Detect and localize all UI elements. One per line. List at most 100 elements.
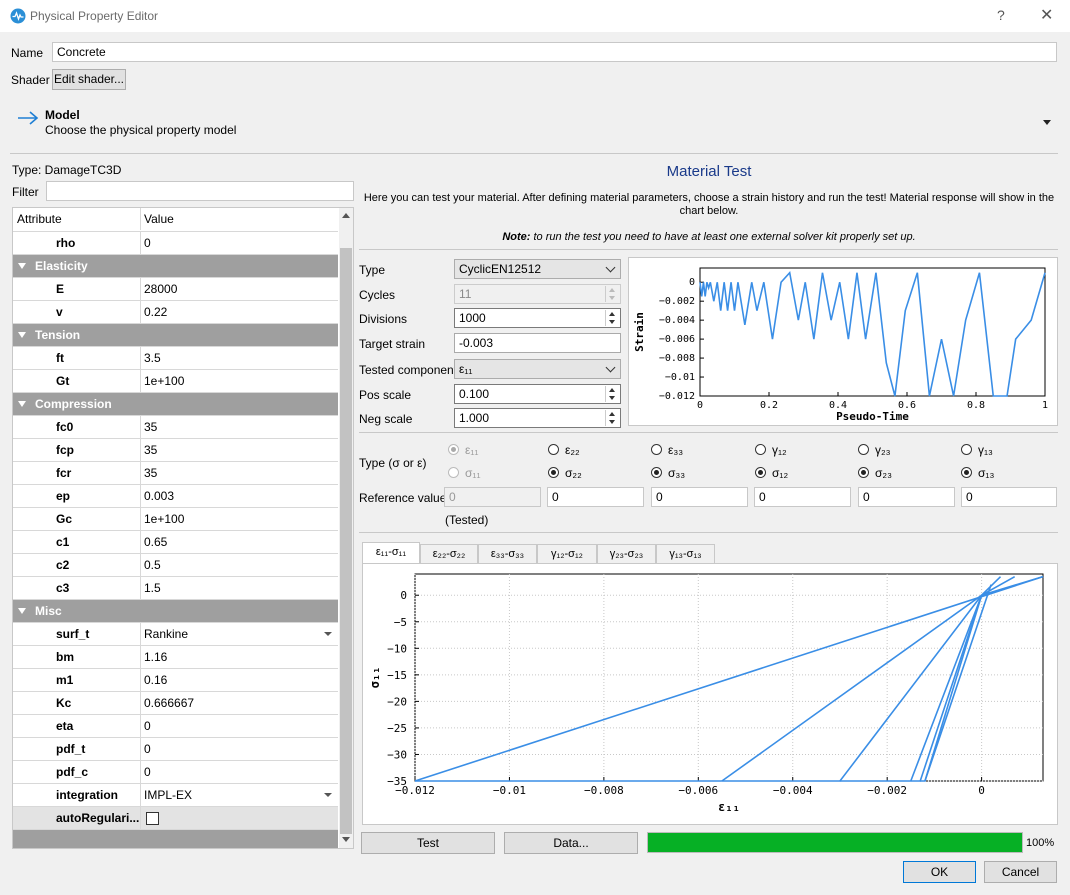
x-tick-label: 0.2 [760, 400, 778, 411]
property-value[interactable]: 0 [142, 715, 338, 737]
property-row[interactable]: integration IMPL-EX [13, 784, 338, 807]
scroll-down-icon[interactable] [342, 837, 350, 842]
reference-value-field[interactable]: 0 [858, 487, 955, 507]
property-row[interactable]: Kc 0.666667 [13, 692, 338, 715]
name-field[interactable]: Concrete [52, 42, 1057, 62]
tab-5[interactable]: γ₂₃-σ₂₃ [597, 544, 656, 564]
property-row[interactable]: c1 0.65 [13, 531, 338, 554]
property-row[interactable]: Gt 1e+100 [13, 370, 338, 393]
radio-eps[interactable] [548, 444, 559, 455]
help-button[interactable]: ? [997, 7, 1005, 23]
radio-sigma[interactable] [858, 467, 869, 478]
property-value[interactable]: Rankine [142, 623, 338, 645]
collapse-triangle-icon[interactable] [18, 608, 26, 614]
dropdown-arrow-icon[interactable] [324, 793, 332, 797]
reference-value-field[interactable]: 0 [754, 487, 851, 507]
data-button[interactable]: Data... [504, 832, 638, 854]
checkbox[interactable] [146, 812, 159, 825]
tab-6[interactable]: γ₁₃-σ₁₃ [656, 544, 715, 564]
radio-eps[interactable] [651, 444, 662, 455]
cancel-button[interactable]: Cancel [984, 861, 1057, 883]
property-group[interactable]: Misc [13, 600, 338, 623]
property-row[interactable]: ft 3.5 [13, 347, 338, 370]
reference-value-field[interactable]: 0 [547, 487, 644, 507]
tab-1[interactable]: ε₁₁-σ₁₁ [362, 542, 420, 564]
radio-sigma[interactable] [755, 467, 766, 478]
ok-button[interactable]: OK [903, 861, 976, 883]
test-button[interactable]: Test [361, 832, 495, 854]
property-group[interactable]: Elasticity [13, 255, 338, 278]
property-value[interactable]: 0.65 [142, 531, 338, 553]
property-value[interactable]: 1e+100 [142, 370, 338, 392]
property-value[interactable]: 0 [142, 232, 338, 254]
property-row[interactable]: c3 1.5 [13, 577, 338, 600]
property-value[interactable]: 35 [142, 462, 338, 484]
property-row[interactable]: autoRegulari... [13, 807, 338, 830]
property-value[interactable]: 1.5 [142, 577, 338, 599]
radio-eps[interactable] [755, 444, 766, 455]
filter-input[interactable] [46, 181, 354, 201]
table-scrollbar[interactable] [339, 208, 353, 848]
property-row[interactable]: pdf_c 0 [13, 761, 338, 784]
property-row[interactable]: eta 0 [13, 715, 338, 738]
property-value[interactable]: 0.5 [142, 554, 338, 576]
reference-value-field[interactable]: 0 [961, 487, 1057, 507]
property-row[interactable]: bm 1.16 [13, 646, 338, 669]
reference-value-field[interactable]: 0 [651, 487, 748, 507]
tested-component-combo[interactable]: ε₁₁ [454, 359, 621, 379]
spin-arrows-icon[interactable] [605, 386, 619, 402]
tab-2[interactable]: ε₂₂-σ₂₂ [420, 544, 478, 564]
dropdown-arrow-icon[interactable] [324, 632, 332, 636]
property-row[interactable]: pdf_t 0 [13, 738, 338, 761]
property-value[interactable]: 3.5 [142, 347, 338, 369]
radio-eps[interactable] [961, 444, 972, 455]
spin-arrows-icon[interactable] [605, 410, 619, 426]
property-row[interactable]: fcr 35 [13, 462, 338, 485]
divisions-spinbox[interactable]: 1000 [454, 308, 621, 328]
property-value[interactable]: 0.16 [142, 669, 338, 691]
scroll-thumb[interactable] [340, 248, 352, 834]
property-row[interactable]: c2 0.5 [13, 554, 338, 577]
spin-arrows-icon[interactable] [605, 310, 619, 326]
close-button[interactable]: ✕ [1040, 5, 1053, 25]
target-strain-field[interactable]: -0.003 [454, 333, 621, 353]
scroll-up-icon[interactable] [342, 213, 350, 218]
property-value[interactable]: 0.22 [142, 301, 338, 323]
radio-sigma[interactable] [961, 467, 972, 478]
property-value[interactable]: 0.666667 [142, 692, 338, 714]
property-row[interactable]: E 28000 [13, 278, 338, 301]
type-combo[interactable]: CyclicEN12512 [454, 259, 621, 279]
property-row[interactable]: fc0 35 [13, 416, 338, 439]
property-row[interactable]: rho 0 [13, 232, 338, 255]
tab-4[interactable]: γ₁₂-σ₁₂ [537, 544, 597, 564]
property-value[interactable]: 35 [142, 416, 338, 438]
property-value[interactable]: 0 [142, 761, 338, 783]
property-group[interactable]: Compression [13, 393, 338, 416]
property-group[interactable]: Tension [13, 324, 338, 347]
property-value[interactable]: 1.16 [142, 646, 338, 668]
radio-eps[interactable] [858, 444, 869, 455]
property-value[interactable]: IMPL-EX [142, 784, 338, 806]
property-row[interactable]: fcp 35 [13, 439, 338, 462]
property-value[interactable]: 28000 [142, 278, 338, 300]
edit-shader-button[interactable]: Edit shader... [52, 69, 126, 90]
neg-scale-spinbox[interactable]: 1.000 [454, 408, 621, 428]
model-expand-icon[interactable] [1043, 120, 1051, 125]
property-row[interactable]: m1 0.16 [13, 669, 338, 692]
property-row[interactable]: Gc 1e+100 [13, 508, 338, 531]
property-value[interactable]: 0.003 [142, 485, 338, 507]
property-value[interactable]: 0 [142, 738, 338, 760]
pos-scale-spinbox[interactable]: 0.100 [454, 384, 621, 404]
property-value[interactable]: 35 [142, 439, 338, 461]
collapse-triangle-icon[interactable] [18, 332, 26, 338]
property-value[interactable]: 1e+100 [142, 508, 338, 530]
property-value[interactable] [142, 807, 338, 829]
property-row[interactable]: surf_t Rankine [13, 623, 338, 646]
property-row[interactable]: ep 0.003 [13, 485, 338, 508]
tab-3[interactable]: ε₃₃-σ₃₃ [478, 544, 537, 564]
collapse-triangle-icon[interactable] [18, 263, 26, 269]
collapse-triangle-icon[interactable] [18, 401, 26, 407]
radio-sigma[interactable] [548, 467, 559, 478]
radio-sigma[interactable] [651, 467, 662, 478]
property-row[interactable]: v 0.22 [13, 301, 338, 324]
